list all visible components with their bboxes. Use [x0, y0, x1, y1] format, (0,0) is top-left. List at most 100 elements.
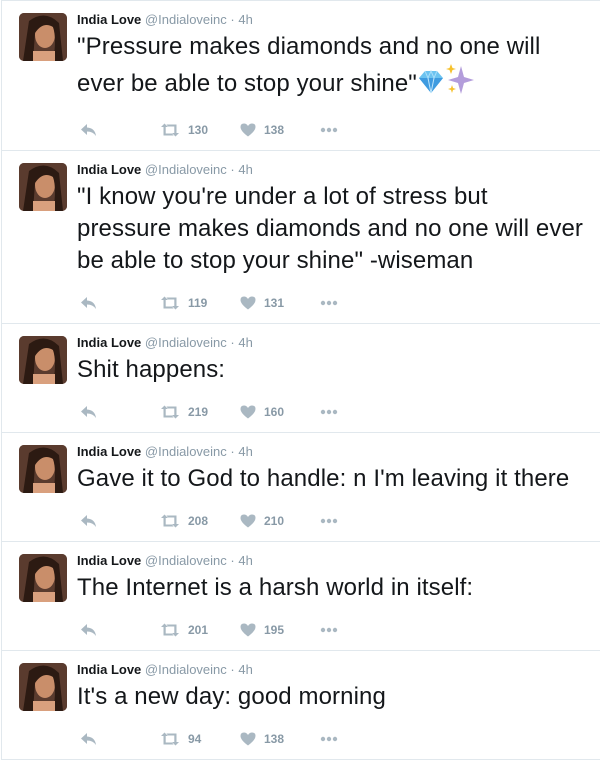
tweet-header: India Love @Indialoveinc · 4h [77, 335, 586, 351]
tweet-actions: 219 160 [77, 402, 586, 432]
tweet-header: India Love @Indialoveinc · 4h [77, 553, 586, 569]
more-options-button[interactable] [320, 518, 338, 524]
author-handle[interactable]: @Indialoveinc [145, 335, 227, 350]
tweet-actions: 208 210 [77, 511, 586, 541]
more-icon [320, 409, 338, 415]
retweet-button[interactable]: 219 [160, 405, 240, 419]
tweet-text: Shit happens: [77, 356, 226, 383]
like-count: 160 [264, 405, 285, 419]
reply-icon [80, 405, 98, 419]
author-name[interactable]: India Love [77, 335, 141, 350]
more-options-button[interactable] [320, 127, 338, 133]
reply-button[interactable] [77, 514, 160, 528]
like-button[interactable]: 138 [240, 123, 320, 137]
like-button[interactable]: 195 [240, 623, 320, 637]
more-options-button[interactable] [320, 300, 338, 306]
reply-icon [80, 123, 98, 137]
timestamp[interactable]: 4h [238, 12, 252, 27]
separator-dot: · [230, 335, 235, 350]
author-handle[interactable]: @Indialoveinc [145, 12, 227, 27]
tweet-header: India Love @Indialoveinc · 4h [77, 444, 586, 460]
timestamp[interactable]: 4h [238, 444, 252, 459]
tweet-header: India Love @Indialoveinc · 4h [77, 162, 586, 178]
tweet[interactable]: India Love @Indialoveinc · 4h The Intern… [2, 542, 600, 651]
heart-icon [240, 514, 256, 528]
tweet-text-block: "Pressure makes diamonds and no one will… [77, 31, 586, 104]
timestamp[interactable]: 4h [238, 662, 252, 677]
like-button[interactable]: 138 [240, 732, 320, 746]
avatar[interactable] [19, 336, 67, 384]
like-count: 138 [264, 123, 285, 137]
separator-dot: · [230, 553, 235, 568]
tweet[interactable]: India Love @Indialoveinc · 4h Gave it to… [2, 433, 600, 542]
retweet-icon [160, 405, 180, 419]
more-icon [320, 736, 338, 742]
like-button[interactable]: 160 [240, 405, 320, 419]
tweet-actions: 94 138 [77, 729, 586, 759]
retweet-button[interactable]: 94 [160, 732, 240, 746]
retweet-count: 219 [188, 405, 209, 419]
like-count: 138 [264, 732, 285, 746]
avatar[interactable] [19, 163, 67, 211]
retweet-icon [160, 732, 180, 746]
tweet[interactable]: India Love @Indialoveinc · 4h "Pressure … [2, 1, 600, 151]
retweet-button[interactable]: 208 [160, 514, 240, 528]
heart-icon [240, 405, 256, 419]
more-options-button[interactable] [320, 736, 338, 742]
retweet-count: 94 [188, 732, 202, 746]
avatar[interactable] [19, 663, 67, 711]
reply-button[interactable] [77, 123, 160, 137]
reply-button[interactable] [77, 732, 160, 746]
avatar[interactable] [19, 554, 67, 602]
retweet-button[interactable]: 201 [160, 623, 240, 637]
retweet-icon [160, 296, 180, 310]
reply-button[interactable] [77, 405, 160, 419]
avatar[interactable] [19, 445, 67, 493]
more-icon [320, 518, 338, 524]
separator-dot: · [230, 444, 235, 459]
more-icon [320, 627, 338, 633]
tweet-actions: 119 131 [77, 293, 586, 323]
retweet-count: 208 [188, 514, 209, 528]
timestamp[interactable]: 4h [238, 335, 252, 350]
retweet-count: 119 [188, 296, 208, 310]
retweet-count: 130 [188, 123, 209, 137]
reply-icon [80, 296, 98, 310]
author-name[interactable]: India Love [77, 162, 141, 177]
tweet[interactable]: India Love @Indialoveinc · 4h "I know yo… [2, 151, 600, 324]
more-options-button[interactable] [320, 409, 338, 415]
timestamp[interactable]: 4h [238, 162, 252, 177]
author-handle[interactable]: @Indialoveinc [145, 444, 227, 459]
tweet-header: India Love @Indialoveinc · 4h [77, 662, 586, 678]
avatar[interactable] [19, 13, 67, 61]
like-count: 195 [264, 623, 285, 637]
reply-button[interactable] [77, 623, 160, 637]
separator-dot: · [230, 662, 235, 677]
author-name[interactable]: India Love [77, 12, 141, 27]
tweet[interactable]: India Love @Indialoveinc · 4h Shit happe… [2, 324, 600, 433]
author-handle[interactable]: @Indialoveinc [145, 162, 227, 177]
retweet-count: 201 [188, 623, 209, 637]
author-name[interactable]: India Love [77, 553, 141, 568]
retweet-button[interactable]: 130 [160, 123, 240, 137]
retweet-icon [160, 623, 180, 637]
retweet-button[interactable]: 119 [160, 296, 240, 310]
like-button[interactable]: 210 [240, 514, 320, 528]
like-button[interactable]: 131 [240, 296, 320, 310]
author-name[interactable]: India Love [77, 444, 141, 459]
retweet-icon [160, 514, 180, 528]
author-name[interactable]: India Love [77, 662, 141, 677]
more-options-button[interactable] [320, 627, 338, 633]
reply-button[interactable] [77, 296, 160, 310]
tweet-text: "I know you're under a lot of stress but… [77, 183, 583, 274]
reply-icon [80, 514, 98, 528]
gem-icon [417, 69, 445, 104]
tweet-actions: 201 195 [77, 620, 586, 650]
like-count: 131 [264, 296, 285, 310]
author-handle[interactable]: @Indialoveinc [145, 662, 227, 677]
author-handle[interactable]: @Indialoveinc [145, 553, 227, 568]
tweet[interactable]: India Love @Indialoveinc · 4h It's a new… [2, 651, 600, 760]
separator-dot: · [230, 12, 235, 27]
separator-dot: · [230, 162, 235, 177]
timestamp[interactable]: 4h [238, 553, 252, 568]
